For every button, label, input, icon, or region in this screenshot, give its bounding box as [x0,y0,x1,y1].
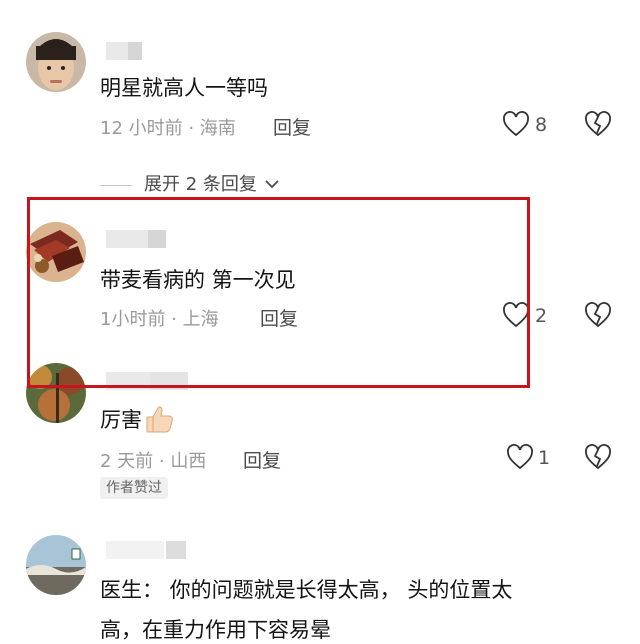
broken-heart-icon[interactable] [584,111,612,137]
reply-button[interactable]: 回复 [273,113,311,140]
heart-icon[interactable] [506,444,534,470]
avatar[interactable] [26,535,86,595]
comment-text-line-1: 医生： 你的问题就是长得太高， 头的位置太 [100,578,513,602]
divider-line [100,184,132,186]
chevron-down-icon [265,180,279,189]
comment-meta: 12 小时前 · 海南 [100,118,236,139]
comment-text-label: 厉害 [100,408,142,432]
broken-heart-icon[interactable] [584,302,612,328]
author-liked-badge: 作者赞过 [100,477,168,499]
heart-icon[interactable] [502,111,530,137]
comment-meta: 2 天前 · 山西 [100,451,207,472]
like-count: 2 [535,305,548,327]
expand-replies-button[interactable]: 展开 2 条回复 [100,170,279,196]
avatar[interactable] [26,32,86,92]
comment-text: 明星就高人一等吗 [100,76,268,100]
like-count: 1 [538,447,551,469]
comment-text: 厉害 [100,404,174,434]
highlight-box [27,197,530,388]
thumbs-up-icon [146,406,173,433]
avatar-image [26,32,86,92]
reply-button[interactable]: 回复 [243,446,281,473]
broken-heart-icon[interactable] [584,444,612,470]
like-count: 8 [535,114,548,136]
expand-replies-label: 展开 2 条回复 [144,174,257,195]
avatar-image [26,535,86,595]
comment-text-line-2: 高，在重力作用下容易晕 [100,618,331,642]
